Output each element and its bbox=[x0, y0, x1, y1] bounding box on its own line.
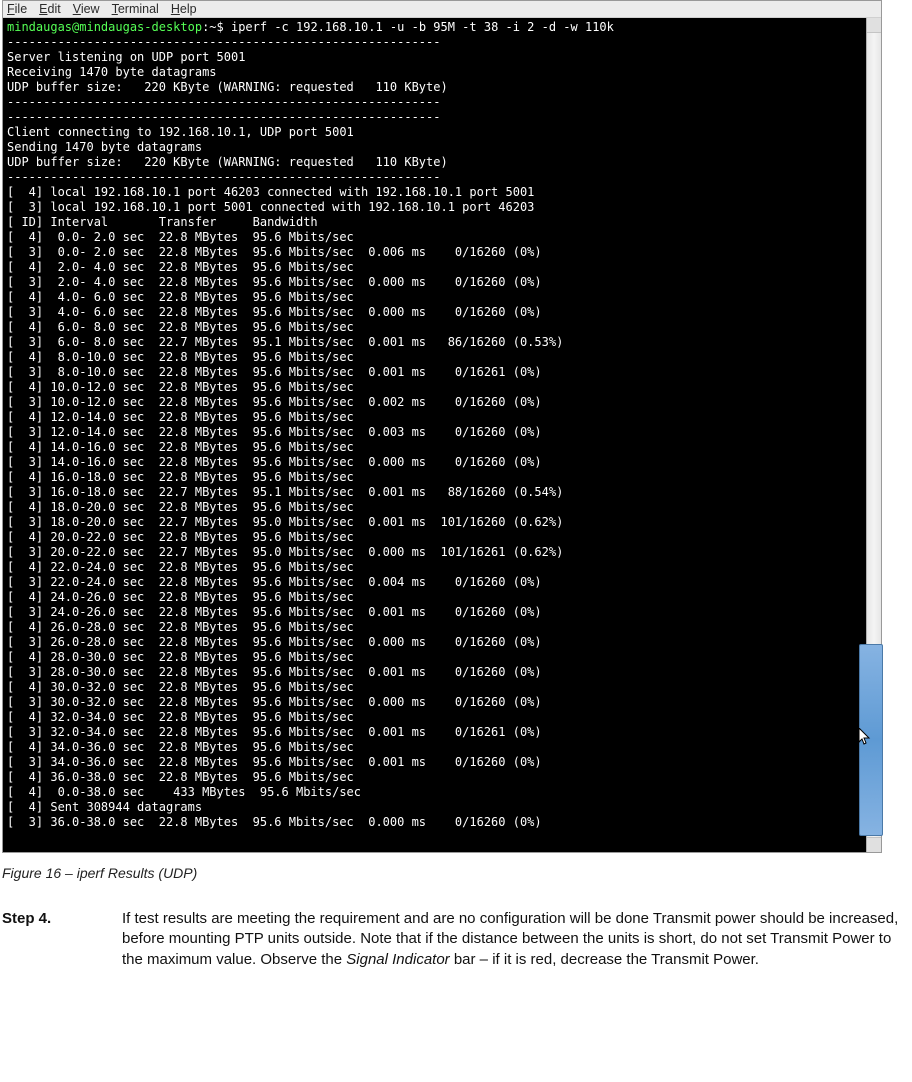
menu-file[interactable]: File bbox=[7, 2, 27, 16]
terminal-output[interactable]: mindaugas@mindaugas-desktop:~$ iperf -c … bbox=[3, 18, 867, 852]
figure-caption: Figure 16 – iperf Results (UDP) bbox=[2, 865, 912, 881]
scroll-thumb[interactable] bbox=[859, 644, 883, 836]
menu-view[interactable]: View bbox=[73, 2, 100, 16]
scroll-up-arrow[interactable] bbox=[867, 18, 881, 33]
menu-edit[interactable]: Edit bbox=[39, 2, 61, 16]
step-4: Step 4. If test results are meeting the … bbox=[2, 909, 910, 970]
menubar: File Edit View Terminal Help bbox=[3, 1, 881, 18]
terminal-body: mindaugas@mindaugas-desktop:~$ iperf -c … bbox=[3, 18, 881, 852]
scroll-down-arrow[interactable] bbox=[867, 837, 881, 852]
menu-terminal[interactable]: Terminal bbox=[112, 2, 159, 16]
menu-help[interactable]: Help bbox=[171, 2, 197, 16]
scrollbar[interactable] bbox=[866, 18, 881, 852]
step-text: If test results are meeting the requirem… bbox=[122, 909, 910, 970]
terminal-window: File Edit View Terminal Help mindaugas@m… bbox=[2, 0, 882, 853]
step-label: Step 4. bbox=[2, 909, 122, 970]
